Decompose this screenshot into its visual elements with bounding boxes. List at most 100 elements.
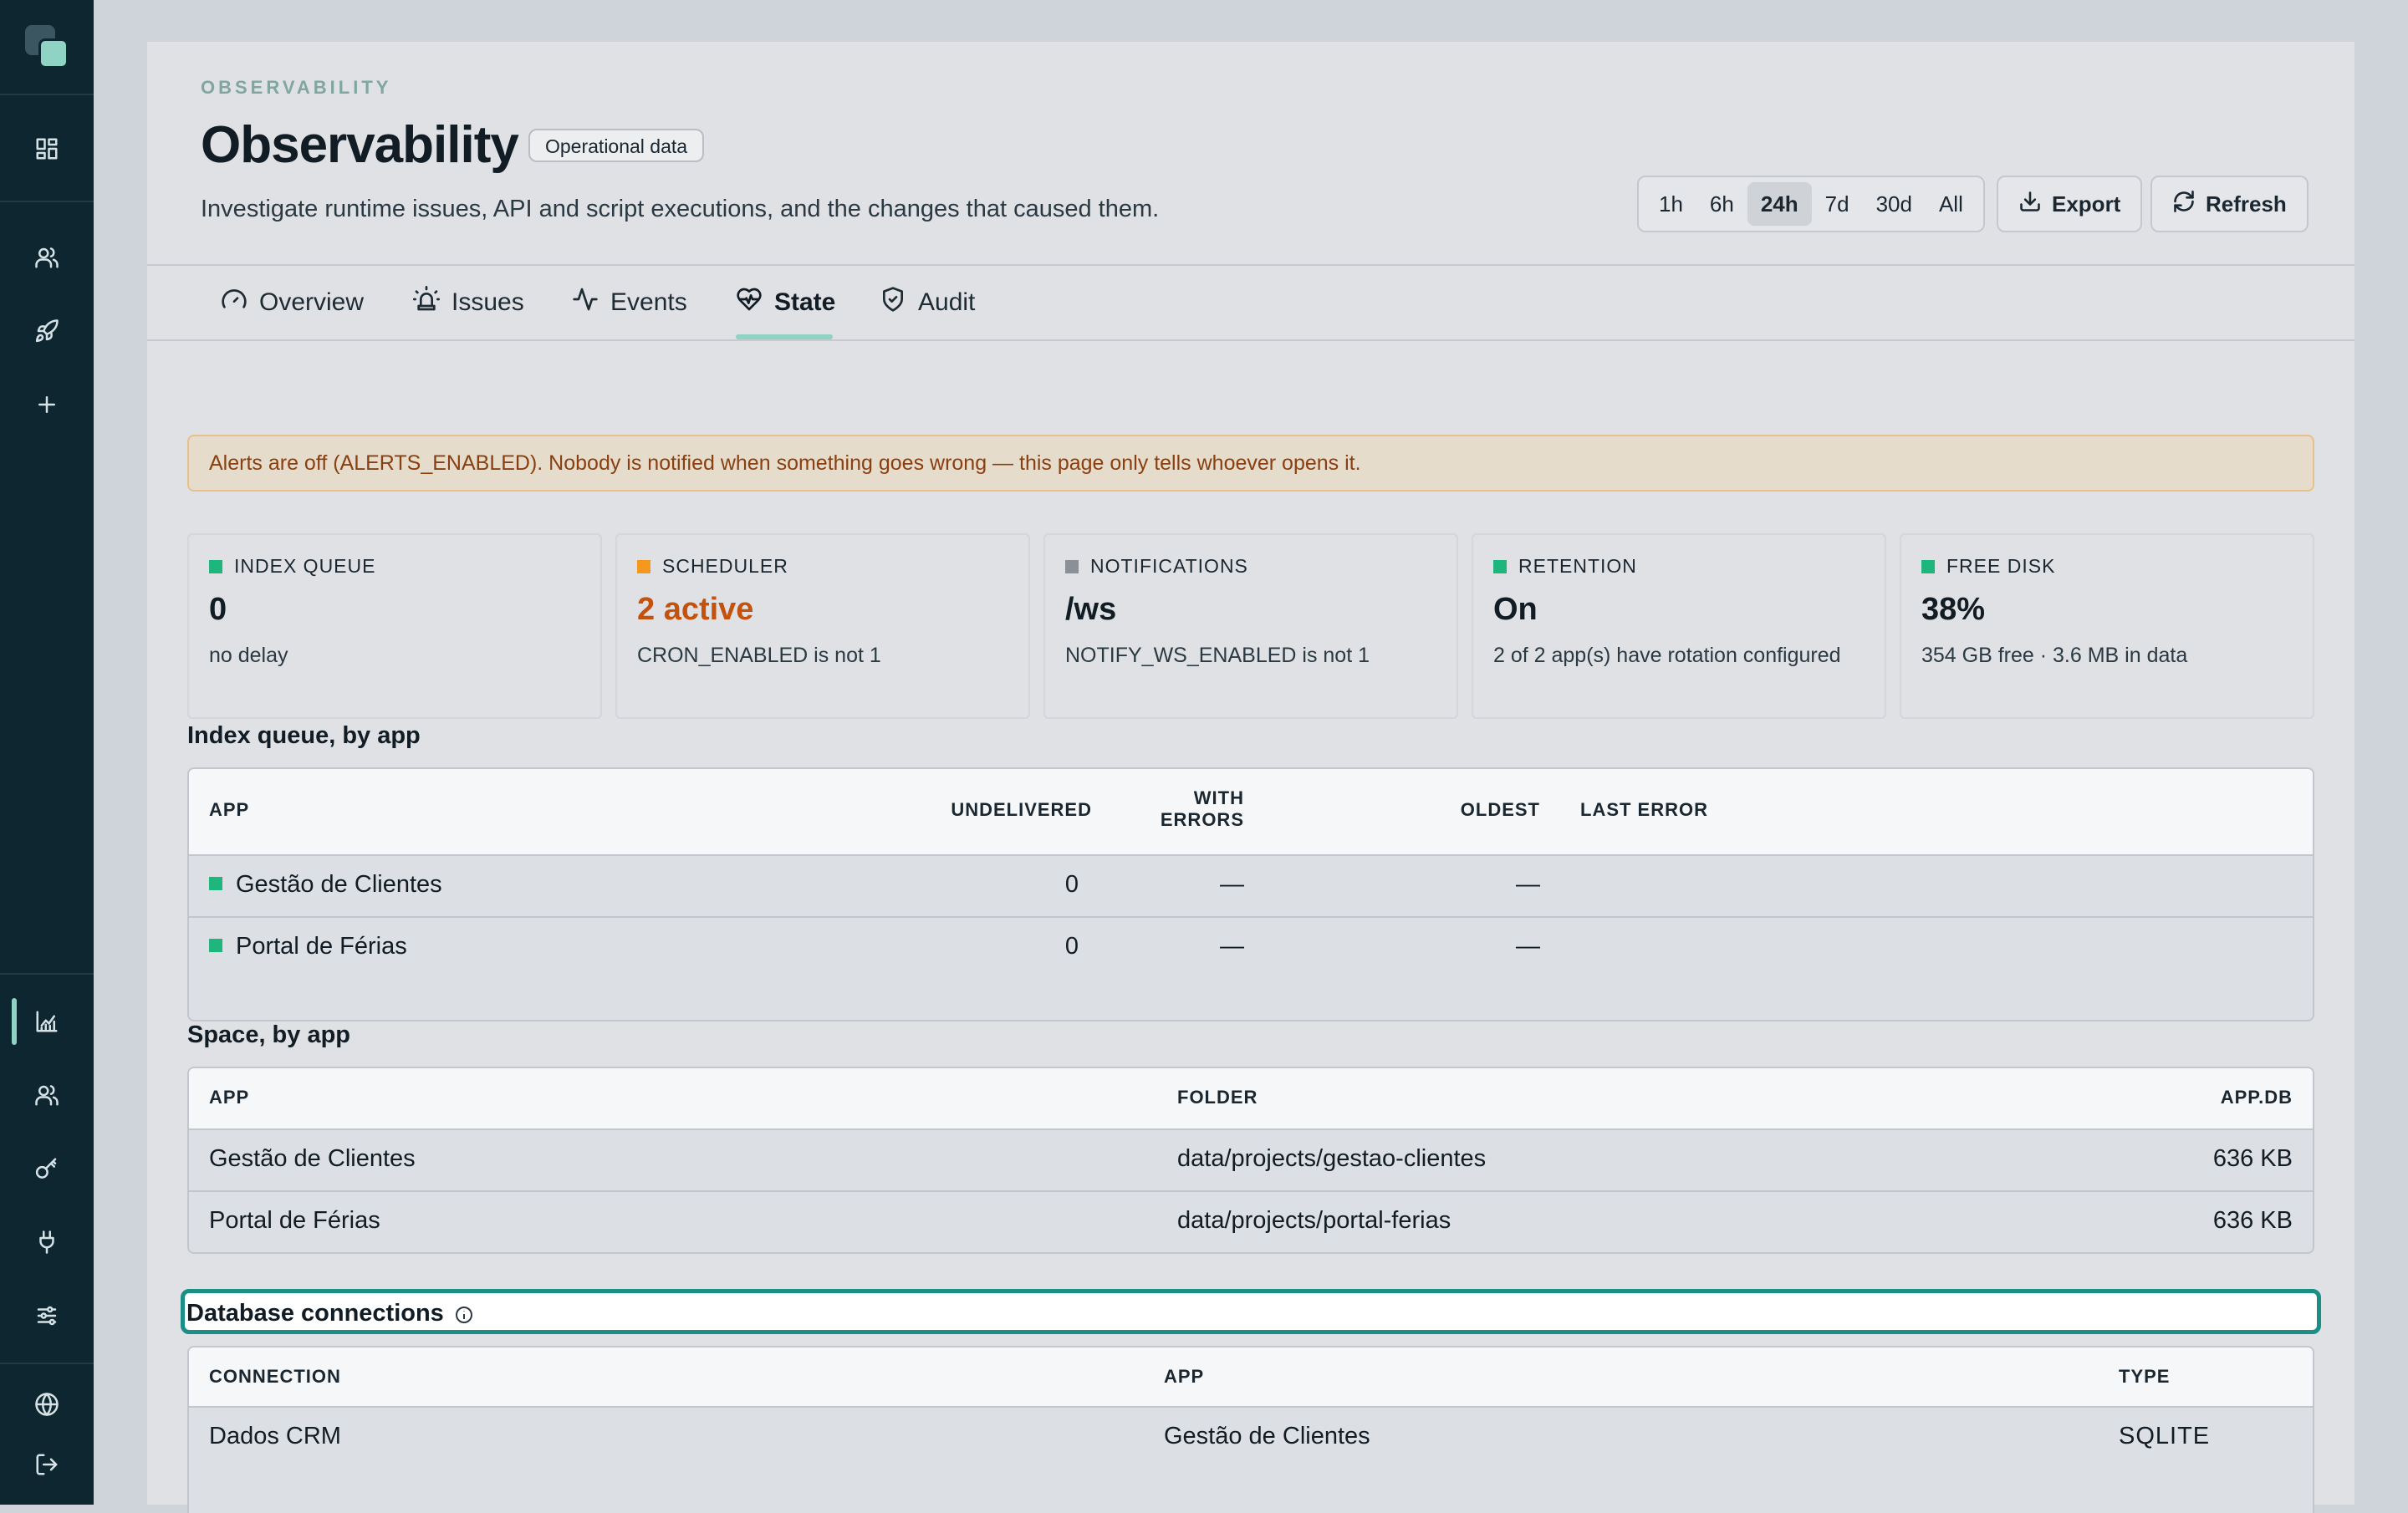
stat-label: RETENTION xyxy=(1518,555,1637,577)
column-header: CONNECTION xyxy=(209,1366,341,1387)
refresh-button[interactable]: Refresh xyxy=(2150,176,2309,232)
table-header: CONNECTION APP TYPE xyxy=(189,1347,2313,1408)
stat-value: /ws xyxy=(1065,592,1117,627)
column-header: UNDELIVERED xyxy=(951,799,1092,820)
app-cell: Gestão de Clientes xyxy=(209,871,442,899)
rocket-icon[interactable] xyxy=(23,308,70,354)
column-header: FOLDER xyxy=(1177,1087,1258,1108)
range-1h[interactable]: 1h xyxy=(1645,182,1696,226)
stat-label: NOTIFICATIONS xyxy=(1090,555,1248,577)
space-table: APP FOLDER APP.DB Gestão de Clientes dat… xyxy=(187,1067,2314,1254)
stat-subtext: 354 GB free · 3.6 MB in data xyxy=(1921,644,2188,667)
sidebar-divider xyxy=(0,94,94,95)
logout-icon[interactable] xyxy=(23,1441,70,1488)
analytics-icon[interactable] xyxy=(23,998,70,1045)
folder-cell: data/projects/gestao-clientes xyxy=(1177,1145,1487,1172)
plus-icon[interactable] xyxy=(23,381,70,428)
sliders-icon[interactable] xyxy=(23,1292,70,1339)
sidebar-divider xyxy=(0,973,94,975)
export-label: Export xyxy=(2052,191,2121,217)
globe-icon[interactable] xyxy=(23,1381,70,1428)
sidebar-divider xyxy=(0,201,94,202)
status-dot xyxy=(209,877,222,891)
app-cell: Gestão de Clientes xyxy=(209,1145,416,1172)
stat-label: SCHEDULER xyxy=(662,555,788,577)
team-icon[interactable] xyxy=(23,1072,70,1118)
plug-icon[interactable] xyxy=(23,1219,70,1266)
info-icon[interactable] xyxy=(454,1304,474,1324)
page-title: Observability xyxy=(201,116,519,174)
tabs-divider xyxy=(147,339,2354,341)
stat-card-index-queue: INDEX QUEUE 0 no delay xyxy=(187,533,602,719)
tab-label: Audit xyxy=(918,288,976,316)
table-row[interactable]: Portal de Férias data/projects/portal-fe… xyxy=(189,1192,2313,1252)
app-logo[interactable] xyxy=(23,23,70,70)
column-header: APP xyxy=(209,1087,250,1108)
stat-value: On xyxy=(1493,592,1538,627)
status-dot xyxy=(1493,559,1507,573)
undelivered-cell: 0 xyxy=(1064,933,1079,960)
range-24h[interactable]: 24h xyxy=(1747,182,1812,226)
table-header: APP FOLDER APP.DB xyxy=(189,1068,2313,1130)
status-dot xyxy=(209,939,222,953)
heart-pulse-icon xyxy=(736,286,763,319)
tab-label: State xyxy=(774,288,836,316)
tab-state[interactable]: State xyxy=(736,266,835,339)
page-subtitle: Investigate runtime issues, API and scri… xyxy=(201,196,1160,222)
page-badge: Operational data xyxy=(528,129,705,162)
tab-overview[interactable]: Overview xyxy=(221,266,364,339)
tab-issues[interactable]: Issues xyxy=(413,266,524,339)
column-header: APP.DB xyxy=(2220,1087,2293,1108)
sidebar-divider xyxy=(0,1363,94,1364)
column-header: TYPE xyxy=(2119,1366,2171,1387)
column-header: WITH ERRORS xyxy=(1160,787,1244,830)
dashboard-icon[interactable] xyxy=(23,125,70,172)
export-button[interactable]: Export xyxy=(1997,176,2143,232)
column-header: APP xyxy=(1164,1366,1205,1387)
table-row[interactable]: Dados CRM Gestão de Clientes SQLITE xyxy=(189,1408,2313,1468)
tab-events[interactable]: Events xyxy=(572,266,687,339)
app-cell: Portal de Férias xyxy=(209,1207,380,1234)
gauge-icon xyxy=(221,286,247,319)
range-6h[interactable]: 6h xyxy=(1696,182,1747,226)
with-errors-cell: — xyxy=(1220,933,1244,960)
active-nav-indicator xyxy=(12,998,17,1045)
section-title-db-connections: Database connections xyxy=(186,1300,474,1327)
tab-label: Events xyxy=(610,288,687,316)
range-all[interactable]: All xyxy=(1926,182,1977,226)
oldest-cell: — xyxy=(1516,933,1540,960)
folder-cell: data/projects/portal-ferias xyxy=(1177,1207,1451,1234)
db-connections-heading-focus[interactable]: Database connections xyxy=(181,1289,2321,1334)
shield-check-icon xyxy=(880,286,906,319)
oldest-cell: — xyxy=(1516,871,1540,898)
table-header: APP UNDELIVERED WITH ERRORS OLDEST LAST … xyxy=(189,769,2313,856)
table-row[interactable]: Gestão de Clientes 0 — — xyxy=(189,856,2313,918)
column-header: APP xyxy=(209,799,250,820)
type-cell: SQLITE xyxy=(2119,1423,2211,1449)
page-eyebrow: OBSERVABILITY xyxy=(201,77,392,98)
tab-audit[interactable]: Audit xyxy=(880,266,975,339)
activity-icon xyxy=(572,286,599,319)
app-cell: Portal de Férias xyxy=(209,933,407,960)
alerts-off-banner: Alerts are off (ALERTS_ENABLED). Nobody … xyxy=(187,435,2314,492)
table-row[interactable]: Gestão de Clientes data/projects/gestao-… xyxy=(189,1130,2313,1192)
range-30d[interactable]: 30d xyxy=(1863,182,1926,226)
connection-cell: Dados CRM xyxy=(209,1423,341,1449)
section-title-space: Space, by app xyxy=(187,1021,351,1048)
users-icon[interactable] xyxy=(23,234,70,281)
status-dot xyxy=(1065,559,1079,573)
stat-subtext: NOTIFY_WS_ENABLED is not 1 xyxy=(1065,644,1370,667)
appdb-size-cell: 636 KB xyxy=(2212,1145,2293,1172)
stat-value: 0 xyxy=(209,592,227,627)
range-7d[interactable]: 7d xyxy=(1812,182,1863,226)
stat-card-notifications: NOTIFICATIONS /ws NOTIFY_WS_ENABLED is n… xyxy=(1043,533,1458,719)
stat-value: 38% xyxy=(1921,592,1986,627)
table-row[interactable]: Portal de Férias 0 — — xyxy=(189,918,2313,978)
stat-card-free-disk: FREE DISK 38% 354 GB free · 3.6 MB in da… xyxy=(1900,533,2314,719)
key-icon[interactable] xyxy=(23,1145,70,1192)
index-queue-table: APP UNDELIVERED WITH ERRORS OLDEST LAST … xyxy=(187,767,2314,1021)
with-errors-cell: — xyxy=(1220,871,1244,898)
refresh-label: Refresh xyxy=(2206,191,2287,217)
download-icon xyxy=(2018,190,2042,219)
stat-label: FREE DISK xyxy=(1946,555,2056,577)
